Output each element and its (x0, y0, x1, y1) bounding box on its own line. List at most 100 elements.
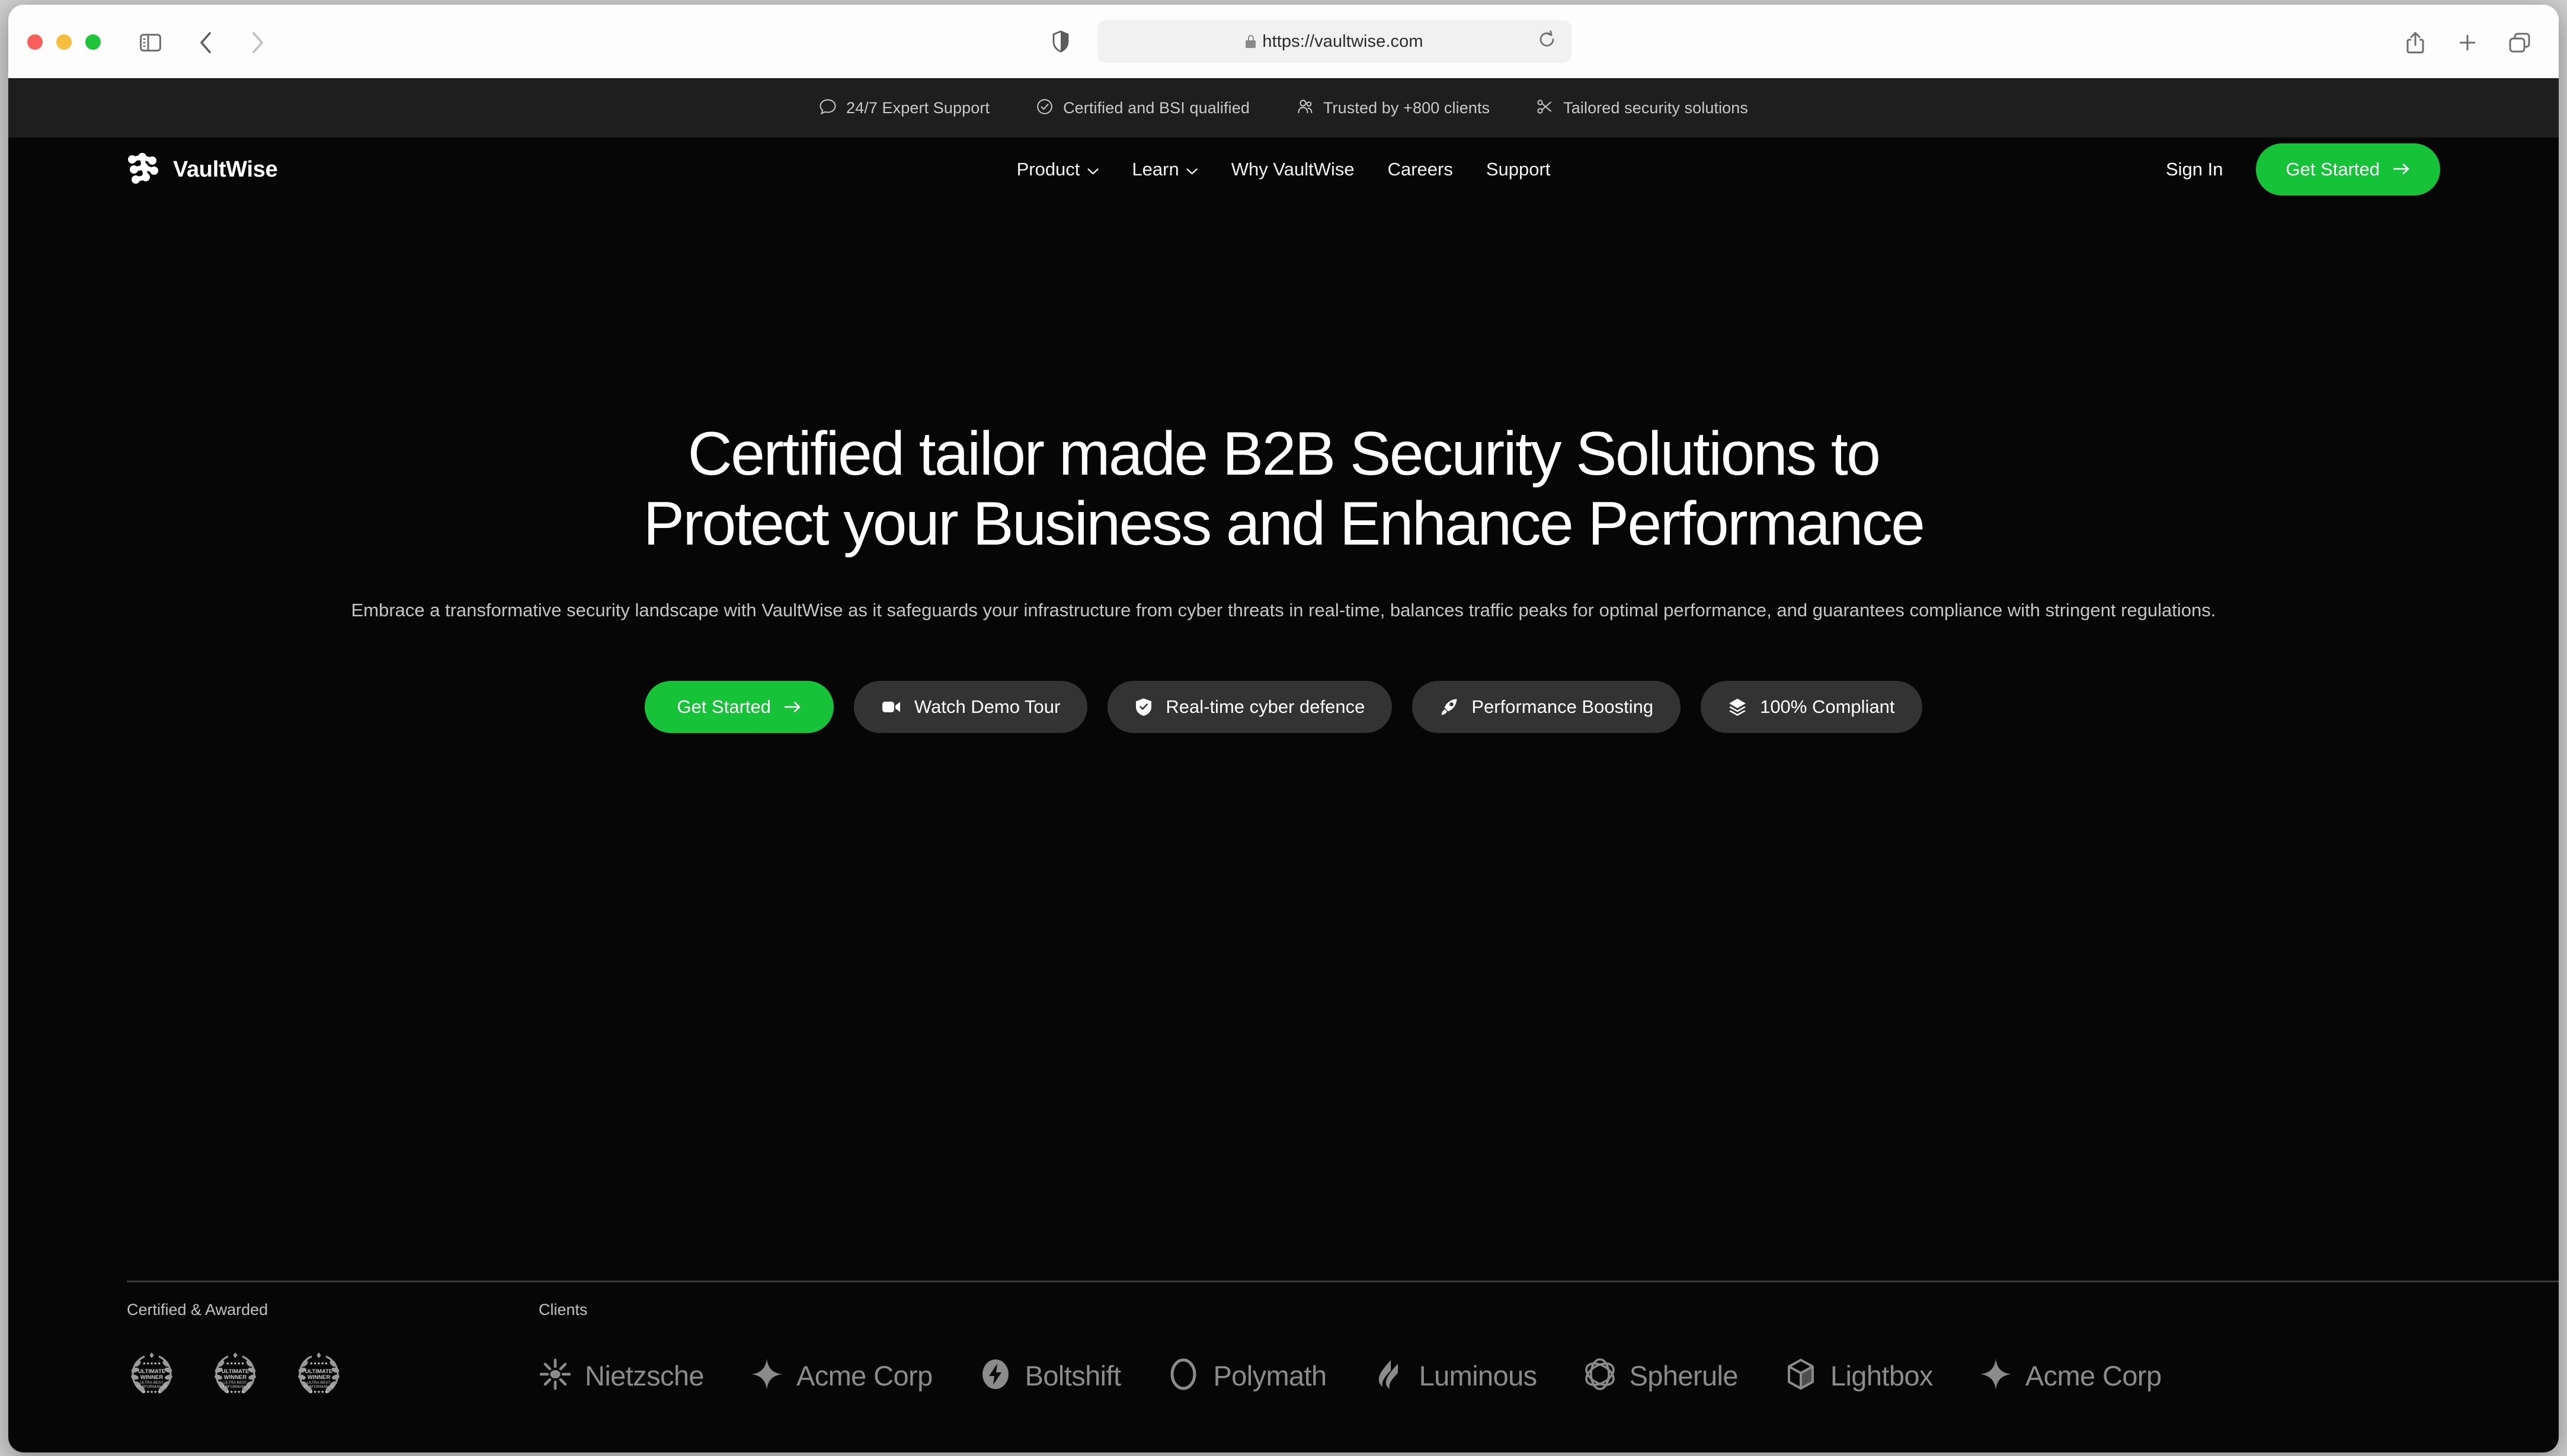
client-logo-marquee: Nietzsche Acme Corp Boltshift Polymath L… (539, 1358, 2162, 1394)
announcement-item-label: Trusted by +800 clients (1323, 98, 1490, 117)
announcement-item-certified[interactable]: Certified and BSI qualified (1036, 98, 1250, 119)
site-header: VaultWise Product Learn Why VaultWise Ca… (8, 137, 2559, 201)
vaultwise-network-logo-icon (127, 153, 160, 186)
ring-icon (1167, 1358, 1200, 1394)
announcement-item-label: Certified and BSI qualified (1063, 98, 1250, 117)
sign-in-link[interactable]: Sign In (2166, 159, 2223, 180)
minimize-window-button[interactable] (56, 34, 72, 50)
sidebar-toggle-icon[interactable] (139, 31, 162, 55)
svg-text:ULTRA BEST: ULTRA BEST (223, 1381, 247, 1385)
performance-boosting-button[interactable]: Performance Boosting (1412, 680, 1681, 733)
compliant-button[interactable]: 100% Compliant (1701, 680, 1922, 733)
ellipse-orbit-icon (1583, 1358, 1617, 1394)
svg-text:★★★★★: ★★★★★ (309, 1390, 328, 1394)
nav-item-label: Why VaultWise (1231, 159, 1355, 180)
back-arrow-icon[interactable] (194, 31, 218, 55)
url-text: https://vaultwise.com (1262, 31, 1423, 51)
client-name: Acme Corp (796, 1360, 933, 1391)
svg-text:★★★★★: ★★★★★ (226, 1390, 244, 1394)
privacy-shield-icon[interactable] (1049, 30, 1073, 53)
get-started-button-header[interactable]: Get Started (2256, 143, 2440, 196)
logo-text: VaultWise (173, 156, 278, 182)
vaultwise-logo[interactable]: VaultWise (127, 153, 278, 186)
client-name: Acme Corp (2025, 1360, 2162, 1391)
announcement-item-support[interactable]: 24/7 Expert Support (819, 98, 990, 119)
laurel-wreath-badge: ★★★★★ ULTIMATE WINNER ULTRA BEST PERFORMANCE… (294, 1349, 344, 1402)
reload-icon[interactable] (1538, 30, 1556, 53)
layers-icon (1728, 697, 1747, 716)
nav-item-product[interactable]: Product (1017, 159, 1099, 180)
announcement-item-tailored[interactable]: Tailored security solutions (1536, 98, 1748, 119)
pill-label: 100% Compliant (1760, 696, 1895, 717)
watch-demo-tour-button[interactable]: Watch Demo Tour (853, 680, 1088, 733)
share-icon[interactable] (2403, 31, 2427, 55)
svg-text:PERFORMANCE: PERFORMANCE (136, 1385, 167, 1389)
svg-text:WINNER: WINNER (140, 1374, 164, 1381)
chevron-down-icon (1186, 159, 1198, 180)
chat-bubble-icon (819, 98, 837, 119)
forward-arrow-icon[interactable] (245, 31, 269, 55)
four-point-star-icon (750, 1358, 783, 1394)
client-logo-spherule: Spherule (1583, 1358, 1739, 1394)
close-window-button[interactable] (27, 34, 43, 50)
svg-text:ULTRA BEST: ULTRA BEST (140, 1381, 164, 1385)
maximize-window-button[interactable] (85, 34, 101, 50)
client-name: Lightbox (1830, 1360, 1934, 1391)
announcement-bar: 24/7 Expert Support Certified and BSI qu… (8, 78, 2559, 137)
announcement-item-clients[interactable]: Trusted by +800 clients (1296, 98, 1490, 119)
announcement-item-label: 24/7 Expert Support (846, 98, 990, 117)
arrow-right-icon (2393, 159, 2411, 180)
video-camera-icon (881, 699, 901, 715)
client-name: Luminous (1419, 1360, 1538, 1391)
tab-overview-icon[interactable] (2508, 31, 2531, 55)
client-logo-polymath: Polymath (1167, 1358, 1327, 1394)
announcement-item-label: Tailored security solutions (1563, 98, 1748, 117)
svg-text:WINNER: WINNER (308, 1374, 331, 1381)
nav-item-careers[interactable]: Careers (1388, 159, 1453, 180)
hero-action-row: Get Started Watch Demo Tour Real-time cy… (8, 680, 2559, 733)
header-actions: Sign In Get Started (2166, 143, 2440, 196)
four-point-star-icon (1979, 1358, 2012, 1394)
users-icon (1296, 98, 1314, 119)
headline-line-1: Certified tailor made B2B Security Solut… (687, 420, 1881, 488)
client-name: Boltshift (1025, 1360, 1121, 1391)
awards-label: Certified & Awarded (127, 1301, 268, 1319)
url-bar[interactable]: https://vaultwise.com (1097, 20, 1571, 63)
nav-item-support[interactable]: Support (1486, 159, 1551, 180)
main-navigation: Product Learn Why VaultWise Careers Supp… (1017, 159, 1551, 180)
nav-item-label: Support (1486, 159, 1551, 180)
clients-label: Clients (539, 1301, 588, 1319)
window-traffic-lights (27, 34, 101, 50)
svg-text:PERFORMANCE: PERFORMANCE (220, 1385, 251, 1389)
svg-text:WINNER: WINNER (224, 1374, 247, 1381)
client-logo-boltshift: Boltshift (979, 1358, 1121, 1394)
pill-label: Performance Boosting (1471, 696, 1654, 717)
hero-subhead: Embrace a transformative security landsc… (351, 600, 2216, 621)
svg-text:PERFORMANCE: PERFORMANCE (303, 1385, 334, 1389)
client-logo-nietzsche: Nietzsche (539, 1358, 705, 1394)
client-logo-lightbox: Lightbox (1784, 1358, 1933, 1394)
client-name: Spherule (1629, 1360, 1739, 1391)
browser-toolbar: https://vaultwise.com (8, 5, 2559, 78)
divider (127, 1281, 2559, 1282)
sunburst-icon (539, 1358, 572, 1394)
get-started-button-hero[interactable]: Get Started (645, 680, 834, 733)
client-logo-acme-corp: Acme Corp (750, 1358, 933, 1394)
real-time-cyber-defence-button[interactable]: Real-time cyber defence (1108, 680, 1393, 733)
rocket-icon (1439, 697, 1458, 716)
chevron-down-icon (1087, 159, 1099, 180)
get-started-label: Get Started (677, 696, 771, 717)
hero-section: Certified tailor made B2B Security Solut… (8, 201, 2559, 733)
nav-item-why-vaultwise[interactable]: Why VaultWise (1231, 159, 1355, 180)
nav-item-label: Product (1016, 159, 1080, 180)
svg-text:★★★★★: ★★★★★ (226, 1361, 244, 1366)
client-name: Polymath (1213, 1360, 1327, 1391)
nav-item-learn[interactable]: Learn (1132, 159, 1198, 180)
social-proof-band: Certified & Awarded Clients ★★★★★ ULTIMAT… (8, 1281, 2559, 1452)
browser-window: https://vaultwise.com 24/7 Expert Suppor… (8, 5, 2559, 1452)
client-logo-acme-corp-repeat: Acme Corp (1979, 1358, 2162, 1394)
client-name: Nietzsche (585, 1360, 705, 1391)
get-started-label: Get Started (2286, 159, 2380, 180)
scissors-icon (1536, 98, 1554, 119)
plus-icon[interactable] (2456, 31, 2479, 55)
